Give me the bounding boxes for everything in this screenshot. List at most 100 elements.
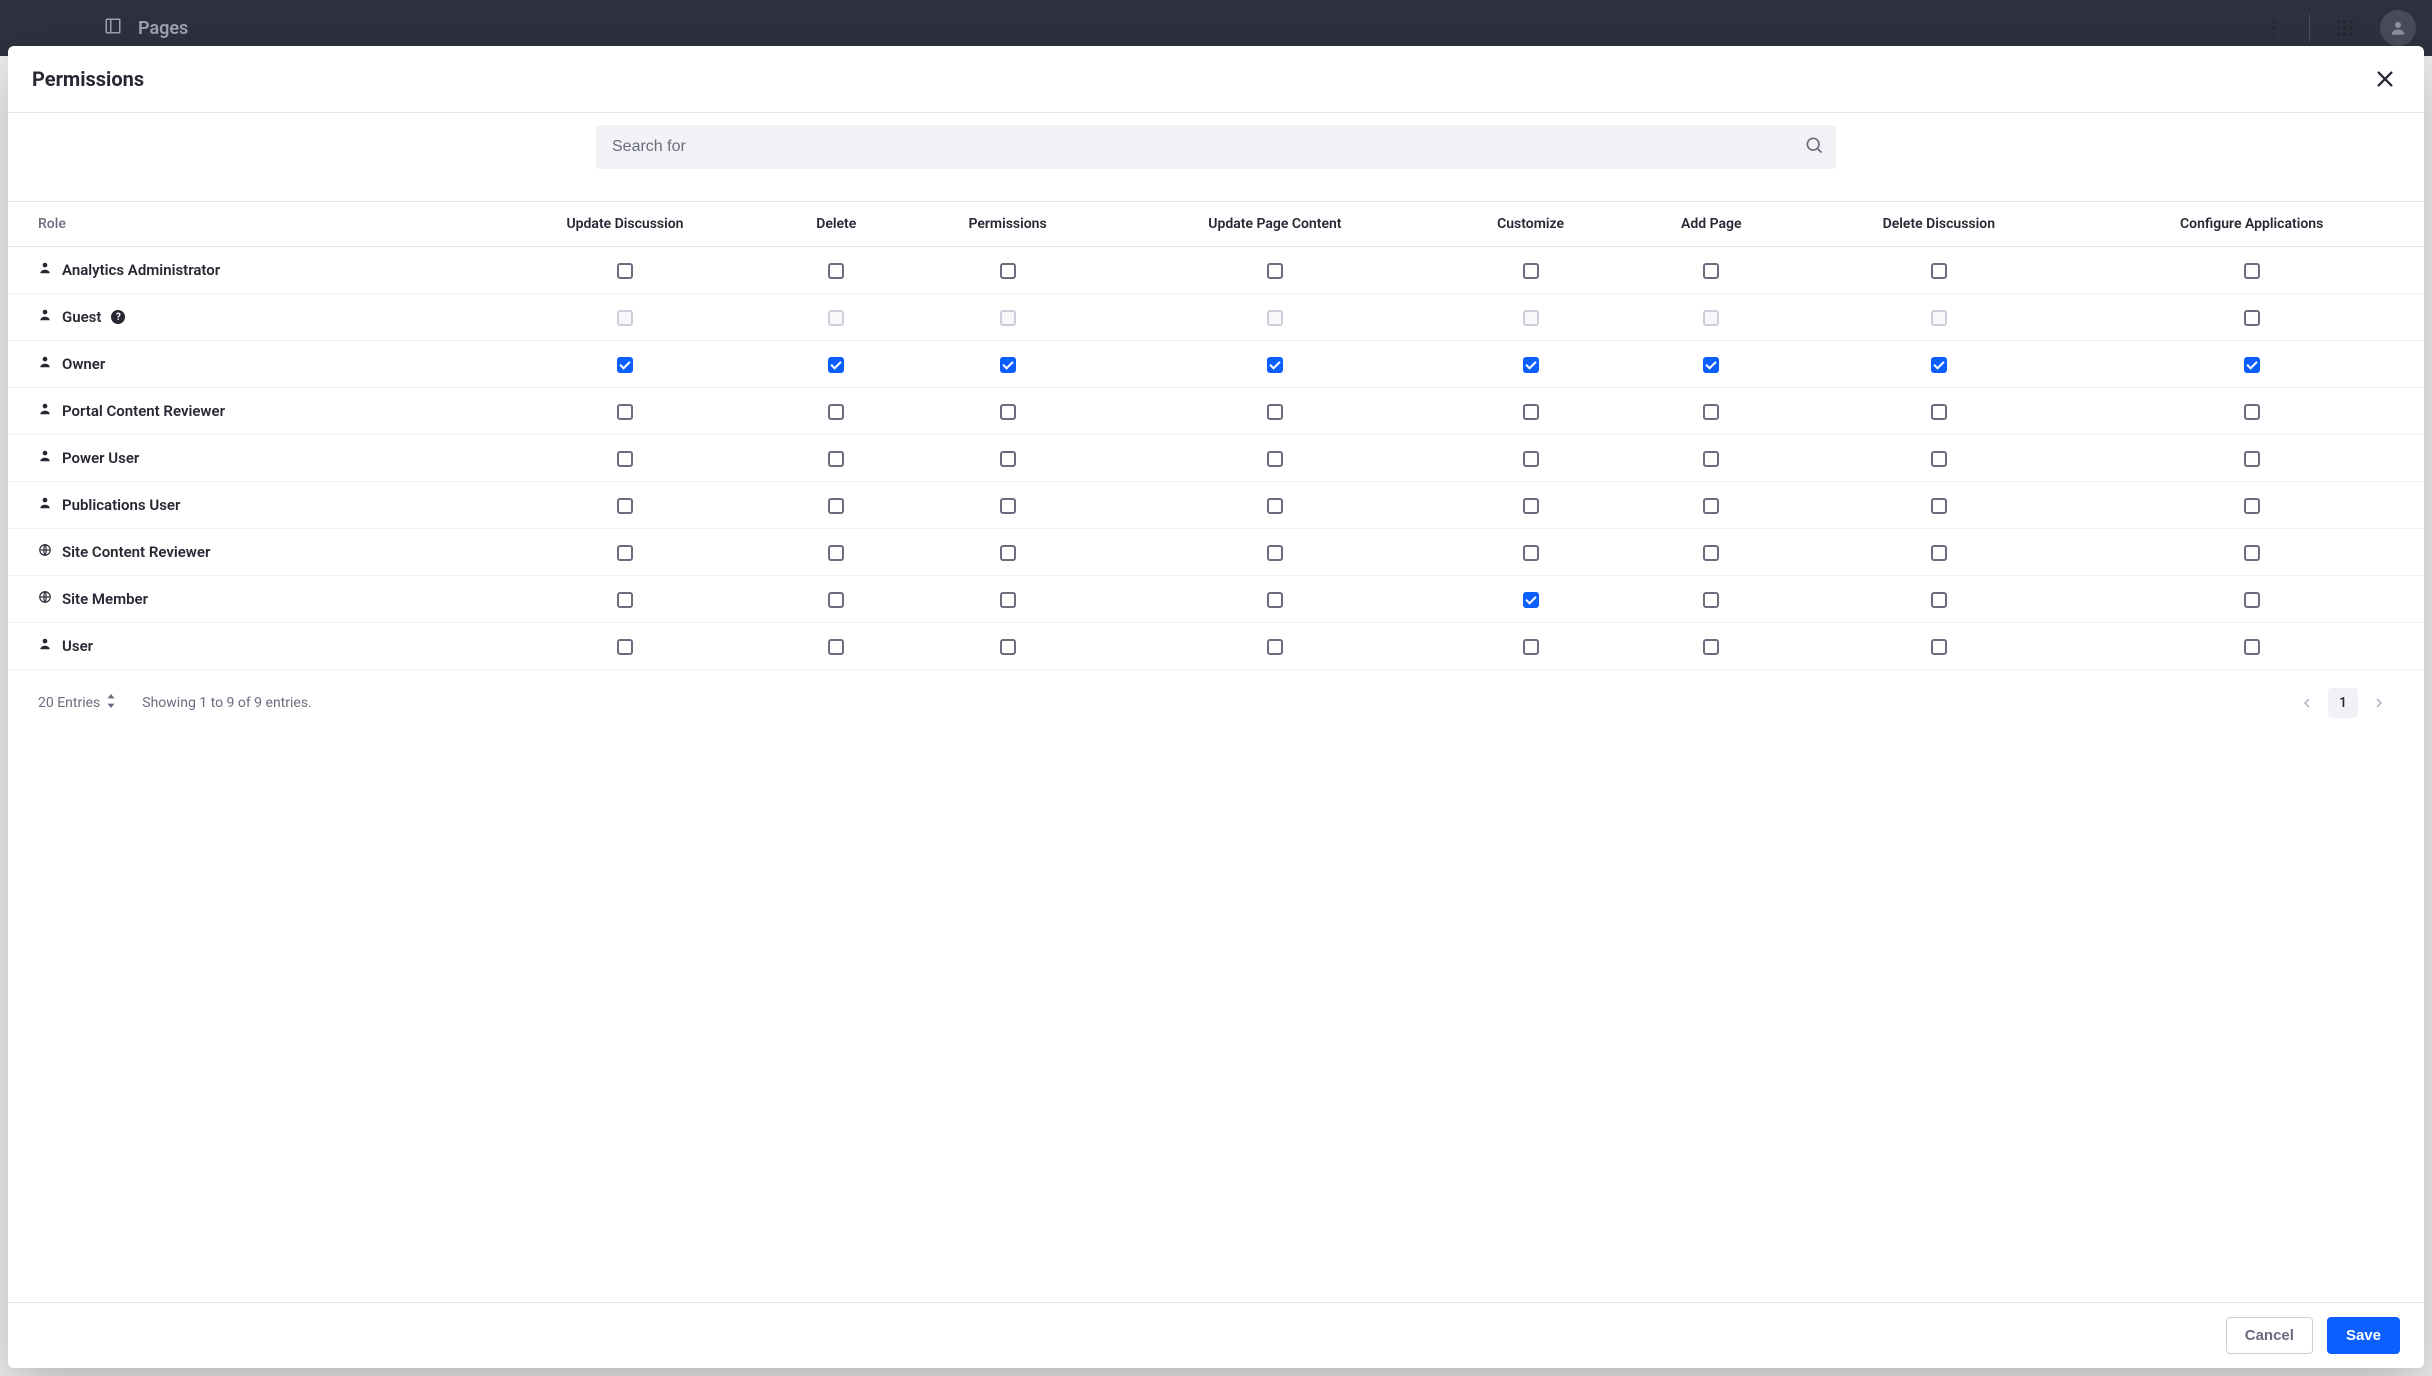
permission-checkbox[interactable] [1703, 545, 1719, 561]
permission-checkbox[interactable] [2244, 498, 2260, 514]
permission-checkbox[interactable] [617, 545, 633, 561]
permission-checkbox[interactable] [617, 498, 633, 514]
permission-checkbox[interactable] [1703, 451, 1719, 467]
search-icon [1804, 135, 1824, 159]
permission-checkbox[interactable] [1931, 639, 1947, 655]
permission-checkbox[interactable] [617, 451, 633, 467]
permission-checkbox[interactable] [1931, 263, 1947, 279]
permission-checkbox[interactable] [2244, 639, 2260, 655]
permission-checkbox[interactable] [617, 357, 633, 373]
permission-checkbox[interactable] [1703, 357, 1719, 373]
table-row: Publications User [8, 482, 2424, 529]
cancel-button[interactable]: Cancel [2226, 1317, 2313, 1354]
permission-checkbox[interactable] [828, 498, 844, 514]
permission-checkbox[interactable] [1000, 451, 1016, 467]
role-name-label: Site Member [62, 590, 148, 608]
col-header-role: Role [8, 202, 480, 247]
permission-checkbox[interactable] [1931, 451, 1947, 467]
col-header-perm: Delete [770, 202, 902, 247]
permission-checkbox[interactable] [1000, 592, 1016, 608]
permission-checkbox[interactable] [1267, 545, 1283, 561]
permission-checkbox[interactable] [1523, 451, 1539, 467]
permission-checkbox[interactable] [2244, 545, 2260, 561]
kebab-menu-button[interactable] [2259, 13, 2289, 43]
col-header-perm: Permissions [902, 202, 1113, 247]
permission-checkbox[interactable] [2244, 592, 2260, 608]
permission-checkbox[interactable] [1267, 592, 1283, 608]
permission-checkbox[interactable] [1931, 498, 1947, 514]
permission-checkbox[interactable] [1000, 357, 1016, 373]
pager-next-button[interactable] [2364, 688, 2394, 718]
permission-checkbox[interactable] [2244, 310, 2260, 326]
role-name-label: Guest [62, 308, 101, 326]
permission-checkbox[interactable] [1000, 263, 1016, 279]
table-row: Site Member [8, 576, 2424, 623]
permission-checkbox[interactable] [1703, 592, 1719, 608]
save-button[interactable]: Save [2327, 1317, 2400, 1354]
permission-checkbox[interactable] [1523, 263, 1539, 279]
permission-checkbox[interactable] [1523, 404, 1539, 420]
apps-grid-button[interactable] [2330, 13, 2360, 43]
permission-checkbox[interactable] [1703, 639, 1719, 655]
col-header-perm: Add Page [1624, 202, 1798, 247]
permission-checkbox[interactable] [828, 545, 844, 561]
permission-checkbox[interactable] [1931, 357, 1947, 373]
permission-checkbox[interactable] [2244, 451, 2260, 467]
permission-checkbox[interactable] [617, 639, 633, 655]
pager-prev-button[interactable] [2292, 688, 2322, 718]
pager-current-page[interactable]: 1 [2328, 688, 2358, 718]
page-size-label: 20 Entries [38, 695, 100, 711]
table-row: Analytics Administrator [8, 247, 2424, 294]
user-icon [38, 449, 52, 467]
role-name-label: Portal Content Reviewer [62, 402, 225, 420]
permission-checkbox[interactable] [2244, 263, 2260, 279]
permission-checkbox[interactable] [617, 404, 633, 420]
permission-checkbox[interactable] [828, 451, 844, 467]
user-icon [38, 496, 52, 514]
permission-checkbox[interactable] [828, 592, 844, 608]
permission-checkbox[interactable] [1523, 592, 1539, 608]
permission-checkbox[interactable] [1523, 357, 1539, 373]
permission-checkbox [1931, 310, 1947, 326]
permission-checkbox[interactable] [1267, 263, 1283, 279]
permission-checkbox [1703, 310, 1719, 326]
permission-checkbox[interactable] [1523, 545, 1539, 561]
table-footer: 20 Entries Showing 1 to 9 of 9 entries. … [8, 670, 2424, 736]
permission-checkbox[interactable] [1000, 498, 1016, 514]
permission-checkbox[interactable] [1703, 263, 1719, 279]
info-tooltip-icon[interactable]: ? [111, 310, 125, 324]
col-header-perm: Delete Discussion [1798, 202, 2079, 247]
permission-checkbox[interactable] [1000, 545, 1016, 561]
permission-checkbox[interactable] [2244, 357, 2260, 373]
permission-checkbox[interactable] [2244, 404, 2260, 420]
permission-checkbox[interactable] [617, 592, 633, 608]
modal-close-button[interactable] [2370, 64, 2400, 94]
search-input[interactable] [608, 128, 1804, 166]
permission-checkbox[interactable] [1931, 404, 1947, 420]
permission-checkbox[interactable] [1523, 639, 1539, 655]
user-avatar-button[interactable] [2380, 10, 2416, 46]
role-name-label: Site Content Reviewer [62, 543, 210, 561]
permission-checkbox[interactable] [1931, 545, 1947, 561]
permission-checkbox[interactable] [828, 404, 844, 420]
permission-checkbox[interactable] [1267, 357, 1283, 373]
permission-checkbox[interactable] [1267, 451, 1283, 467]
permission-checkbox[interactable] [1703, 498, 1719, 514]
permission-checkbox[interactable] [1267, 404, 1283, 420]
permission-checkbox[interactable] [1703, 404, 1719, 420]
permission-checkbox[interactable] [1267, 639, 1283, 655]
permission-checkbox[interactable] [828, 639, 844, 655]
sort-arrows-icon [106, 694, 116, 712]
search-field-wrap [596, 125, 1836, 169]
permission-checkbox[interactable] [1931, 592, 1947, 608]
appbar-divider [2309, 14, 2310, 42]
permission-checkbox[interactable] [617, 263, 633, 279]
permission-checkbox[interactable] [1000, 404, 1016, 420]
permission-checkbox[interactable] [1000, 639, 1016, 655]
permission-checkbox[interactable] [1523, 498, 1539, 514]
page-size-select[interactable]: 20 Entries [38, 694, 116, 712]
permission-checkbox[interactable] [1267, 498, 1283, 514]
permission-checkbox[interactable] [828, 263, 844, 279]
permission-checkbox[interactable] [828, 357, 844, 373]
col-header-perm: Customize [1437, 202, 1624, 247]
